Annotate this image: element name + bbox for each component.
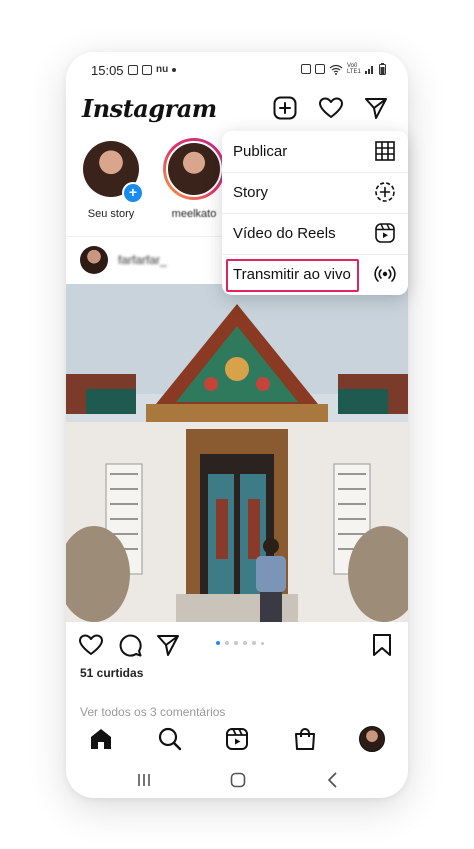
bottom-navigation <box>66 716 408 762</box>
profile-avatar[interactable] <box>359 726 385 752</box>
comment-icon[interactable] <box>117 632 143 658</box>
post-username[interactable]: farfarfar_ <box>118 253 167 267</box>
story-add-icon <box>375 182 395 202</box>
carousel-indicator <box>216 641 264 645</box>
reels-icon <box>375 223 395 243</box>
home-icon[interactable] <box>88 726 114 752</box>
save-bookmark-icon[interactable] <box>369 632 395 658</box>
signal-icon <box>365 66 373 74</box>
menu-item-story[interactable]: Story <box>222 172 408 214</box>
home-button-icon[interactable] <box>228 770 248 790</box>
post-actions <box>66 628 408 664</box>
alarm-icon <box>301 64 311 74</box>
more-notifications-dot <box>172 67 177 72</box>
like-heart-icon[interactable] <box>78 632 104 658</box>
menu-item-reels[interactable]: Vídeo do Reels <box>222 213 408 255</box>
temple-photo <box>66 284 408 622</box>
shop-icon[interactable] <box>292 726 318 752</box>
search-icon[interactable] <box>157 726 183 752</box>
wifi-icon <box>329 64 343 75</box>
menu-label: Publicar <box>233 143 288 160</box>
share-icon[interactable] <box>155 632 181 658</box>
system-indicators: Vo0 LTE1 <box>301 63 386 75</box>
menu-label: Story <box>233 184 269 201</box>
post-author-avatar[interactable] <box>80 246 108 274</box>
carousel-dot <box>252 641 256 645</box>
post-image[interactable] <box>66 284 408 622</box>
story-label: Seu story <box>87 208 135 220</box>
instagram-logo: Instagram <box>82 94 217 123</box>
status-bar: 15:05 nu Vo0 LTE1 <box>66 52 408 88</box>
live-broadcast-icon <box>374 266 396 282</box>
nu-notification-icon: nu <box>156 64 169 75</box>
carousel-dot <box>216 641 220 645</box>
carrier-label: Vo0 LTE1 <box>347 63 361 75</box>
linkedin-notification-icon <box>142 64 152 75</box>
menu-label: Vídeo do Reels <box>233 225 336 242</box>
carousel-dot <box>225 641 229 645</box>
carousel-dot <box>234 641 238 645</box>
grid-icon <box>375 141 395 161</box>
story-own[interactable]: + Seu story <box>76 138 146 220</box>
story-ring <box>163 138 225 200</box>
recent-apps-icon[interactable] <box>134 770 154 790</box>
likes-count[interactable]: 51 curtidas <box>80 666 143 680</box>
status-time: 15:05 <box>91 63 124 78</box>
story-avatar <box>166 141 222 197</box>
heart-icon[interactable] <box>318 95 344 121</box>
gallery-notification-icon <box>128 64 138 75</box>
back-button-icon[interactable] <box>323 770 343 790</box>
instagram-header: Instagram <box>66 88 408 132</box>
direct-message-icon[interactable] <box>363 95 389 121</box>
highlight-box <box>226 259 359 292</box>
new-post-icon[interactable] <box>272 95 298 121</box>
system-navigation-bar <box>66 764 408 798</box>
alarm-clock-icon <box>315 64 325 74</box>
story-label: meelkato <box>171 208 217 220</box>
story-meelkato[interactable]: meelkato <box>159 138 229 220</box>
add-story-plus-icon[interactable]: + <box>122 182 144 204</box>
battery-icon <box>379 63 386 75</box>
menu-item-publicar[interactable]: Publicar <box>222 131 408 173</box>
carousel-dot <box>261 641 264 645</box>
notification-icons: nu <box>128 64 177 75</box>
reels-icon[interactable] <box>224 726 250 752</box>
carousel-dot <box>243 641 247 645</box>
